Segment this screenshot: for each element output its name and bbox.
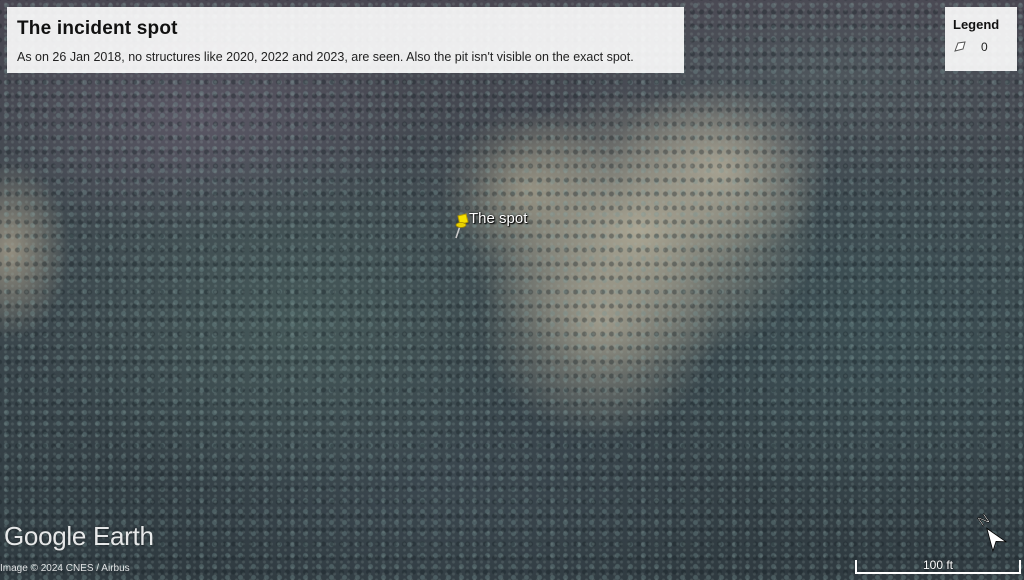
placemark-label[interactable]: The spot	[469, 210, 527, 227]
google-earth-logo: Google Earth	[4, 521, 154, 551]
title-panel: The incident spot As on 26 Jan 2018, no …	[7, 7, 684, 73]
map-title: The incident spot	[17, 18, 178, 39]
scale-label: 100 ft	[922, 558, 954, 572]
map-description: As on 26 Jan 2018, no structures like 20…	[17, 50, 634, 64]
image-attribution: Image © 2024 CNES / Airbus	[0, 563, 130, 574]
scale-tick-right	[1019, 560, 1021, 574]
scale-line	[855, 572, 1021, 574]
satellite-map[interactable]	[0, 0, 1024, 580]
legend-item: 0	[953, 40, 1009, 54]
shadow-texture	[0, 0, 1024, 580]
legend-panel: Legend 0	[945, 7, 1017, 71]
legend-item-count: 0	[981, 40, 988, 54]
compass-letter: N	[975, 510, 992, 529]
scale-tick-left	[855, 560, 857, 574]
scale-bar: 100 ft	[855, 555, 1021, 577]
legend-title: Legend	[953, 17, 1000, 32]
polygon-outline-icon	[954, 41, 966, 52]
highlight-texture	[0, 0, 1024, 580]
north-arrow-icon[interactable]: N	[966, 506, 1010, 554]
vegetation-texture	[0, 0, 1024, 580]
